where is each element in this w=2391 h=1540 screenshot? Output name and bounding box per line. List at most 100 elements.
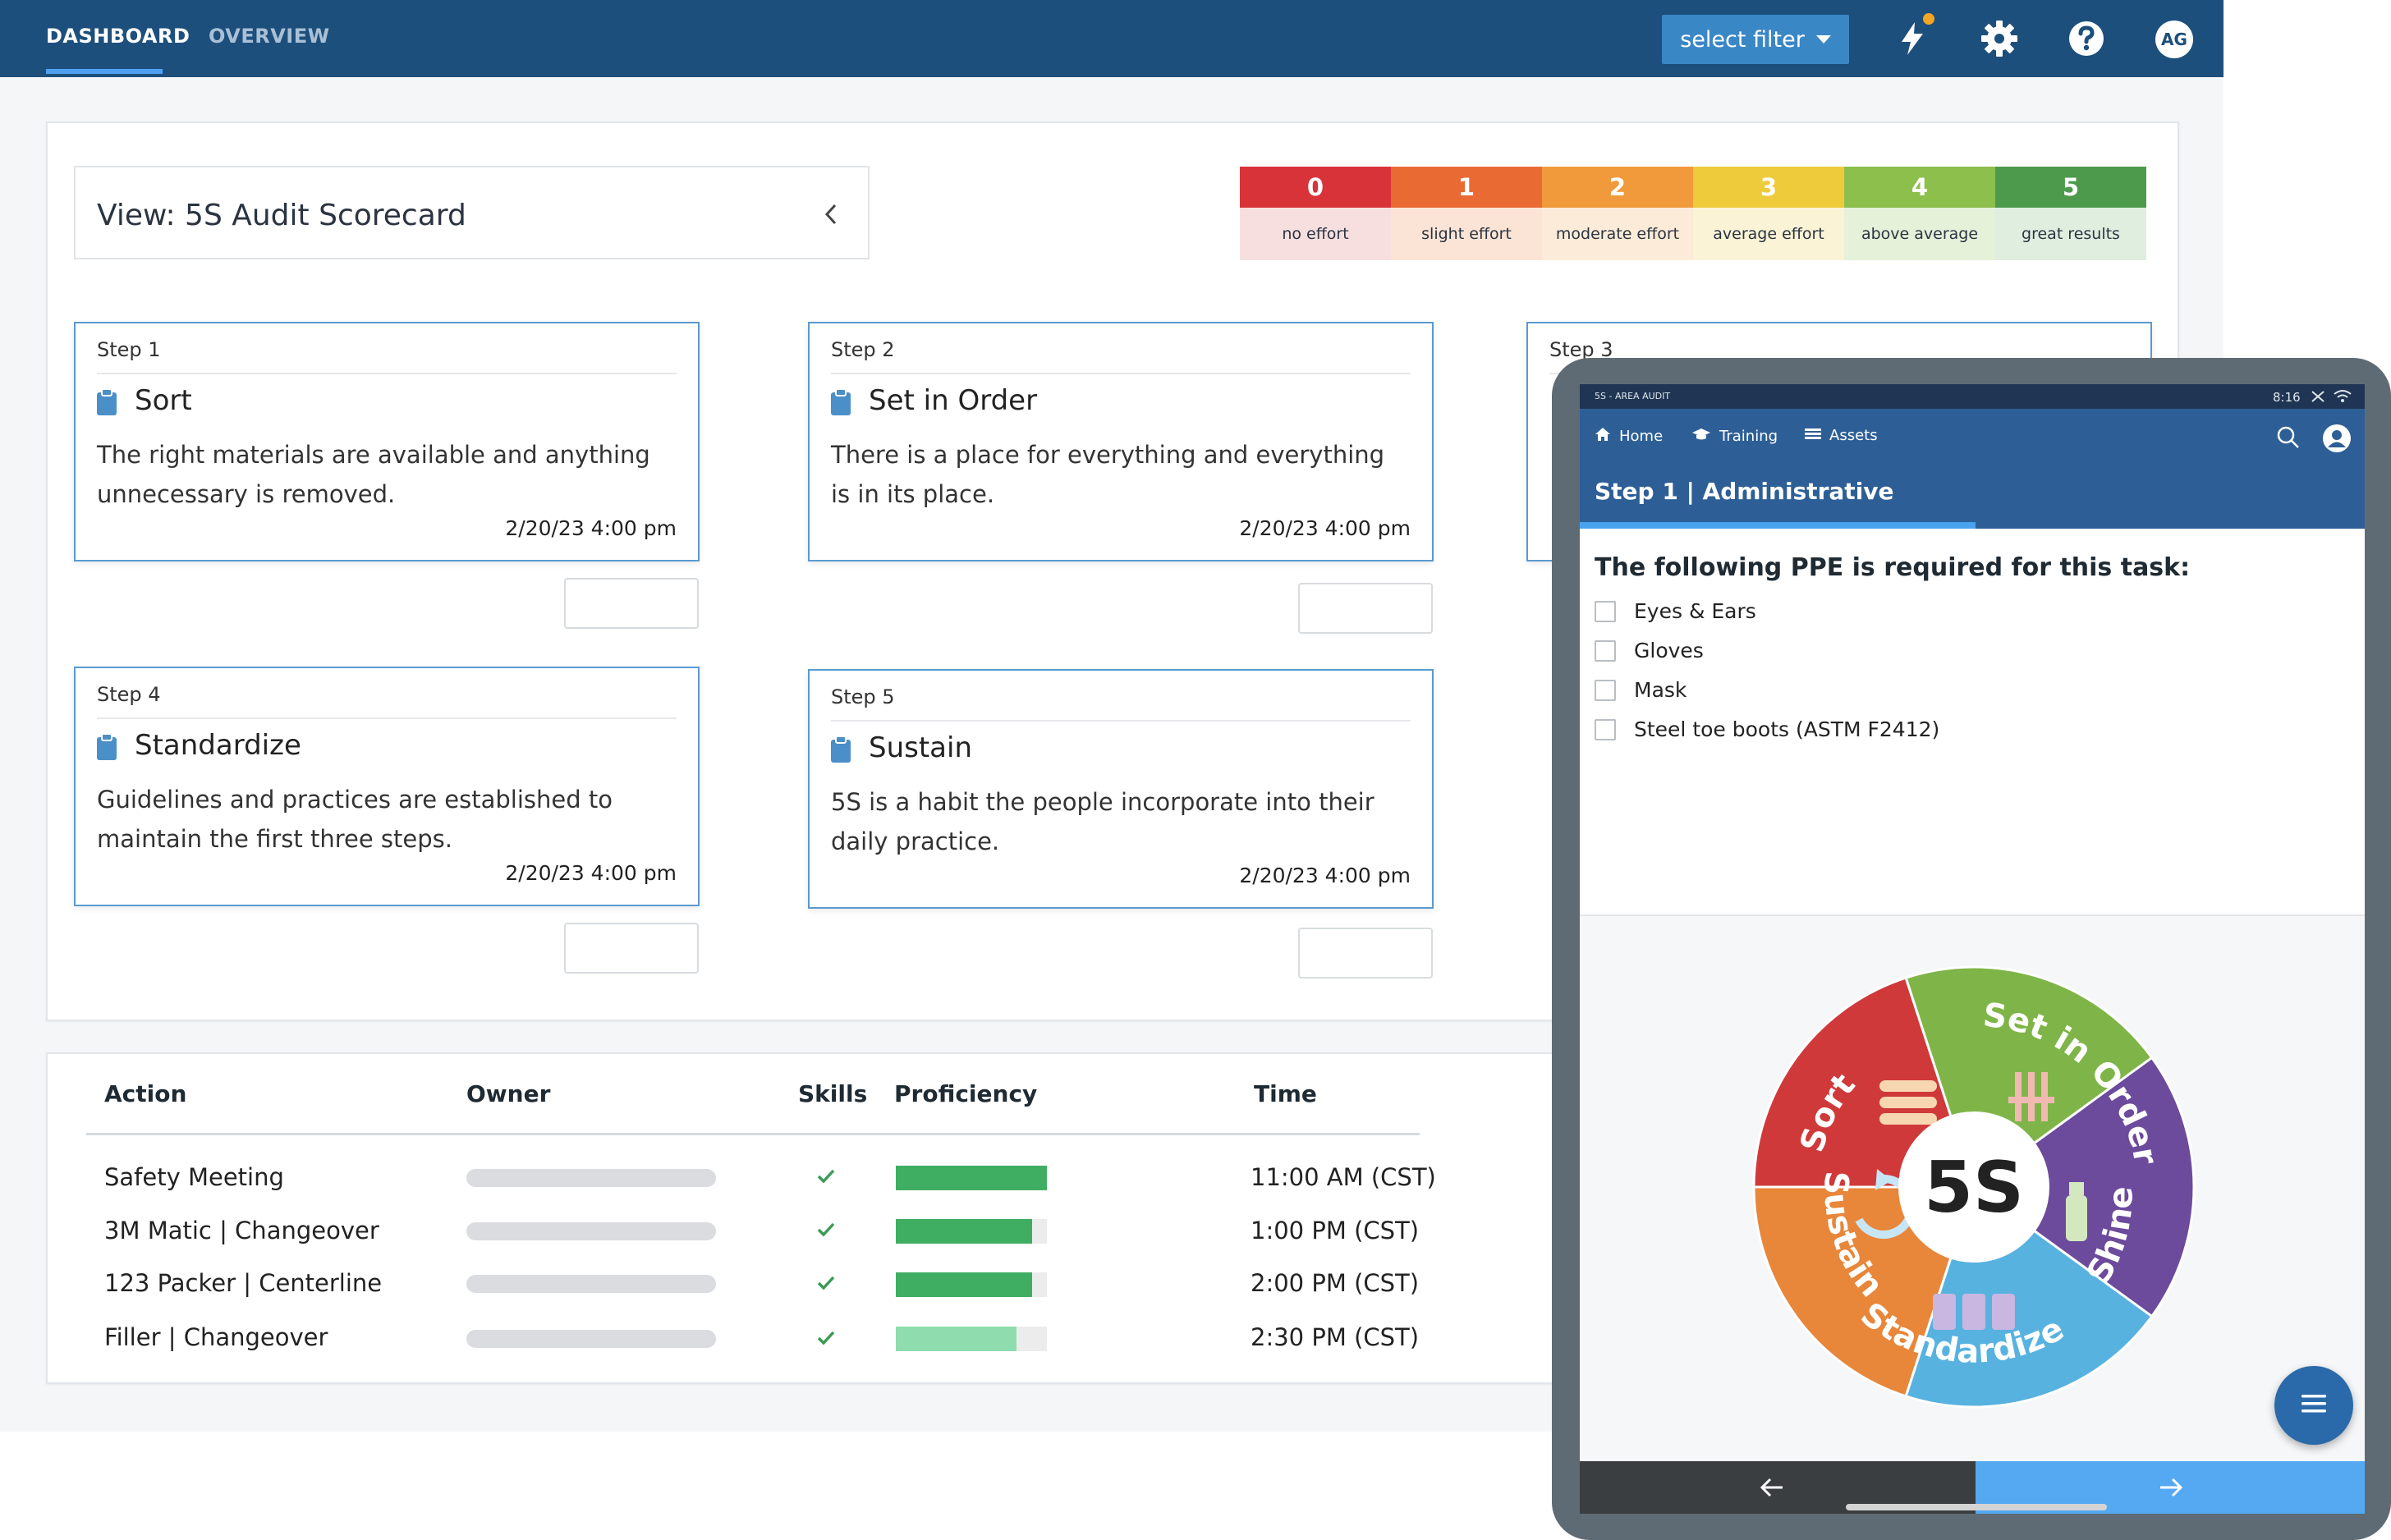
checkbox[interactable]: [1595, 600, 1616, 622]
step-number: Step 5: [831, 685, 895, 708]
search-icon[interactable]: [2276, 425, 2301, 453]
scale-label: moderate effort: [1542, 208, 1693, 260]
tablet-step-title: Step 1 | Administrative: [1595, 478, 1894, 505]
view-selector[interactable]: View: 5S Audit Scorecard: [74, 166, 870, 259]
checkbox[interactable]: [1595, 679, 1616, 701]
chevron-left-icon[interactable]: [824, 202, 838, 230]
step-title: Sustain: [869, 731, 973, 764]
scale-number: 2: [1542, 167, 1693, 208]
wifi-icon: [2334, 389, 2352, 406]
5s-wheel: Sort Set in Order Shine Standardize Sust…: [1752, 965, 2196, 1409]
scale-label: great results: [1995, 208, 2146, 260]
scale-level-0: 0 no effort: [1240, 167, 1391, 260]
step-number: Step 2: [831, 338, 895, 361]
scale-number: 4: [1844, 167, 1995, 208]
tab-overview[interactable]: OVERVIEW: [209, 25, 330, 48]
row-time: 1:00 PM (CST): [1251, 1217, 1420, 1244]
step-card-sustain[interactable]: Step 5 Sustain 5S is a habit the people …: [808, 669, 1434, 909]
step-progress-bar: [1580, 522, 1976, 529]
ppe-heading: The following PPE is required for this t…: [1595, 553, 2191, 582]
arrow-left-icon[interactable]: [1759, 1476, 1785, 1502]
tablet-nav-assets[interactable]: Assets: [1805, 427, 1878, 444]
clipboard-icon: [831, 736, 851, 766]
score-input-box[interactable]: [564, 578, 699, 629]
step-card-sort[interactable]: Step 1 Sort The right materials are avai…: [74, 322, 700, 561]
tablet-illustration-area: Sort Set in Order Shine Standardize Sust…: [1580, 914, 2365, 1463]
divider: [831, 720, 1411, 722]
step-description: Guidelines and practices are established…: [97, 786, 613, 853]
proficiency-bar: [896, 1166, 1047, 1190]
checkbox[interactable]: [1595, 639, 1616, 662]
step-date: 2/20/23 4:00 pm: [505, 516, 677, 540]
row-time: 2:00 PM (CST): [1251, 1269, 1420, 1297]
step-number: Step 4: [97, 683, 161, 706]
scale-level-3: 3 average effort: [1693, 167, 1844, 260]
step-card-set-in-order[interactable]: Step 2 Set in Order There is a place for…: [808, 322, 1434, 561]
step-date: 2/20/23 4:00 pm: [1239, 516, 1411, 540]
signal-icon: [2311, 390, 2325, 406]
tools-icon: [2008, 1072, 2054, 1121]
nav-label: Home: [1619, 428, 1664, 445]
step-card-standardize[interactable]: Step 4 Standardize Guidelines and practi…: [74, 667, 700, 906]
score-input-box[interactable]: [1298, 928, 1433, 979]
home-icon: [1595, 427, 1611, 446]
notification-dot: [1921, 11, 1936, 26]
binders-icon: [1933, 1294, 2015, 1330]
step-date: 2/20/23 4:00 pm: [505, 861, 677, 885]
caret-down-icon: [1815, 35, 1831, 44]
tablet-nav-training[interactable]: Training: [1691, 427, 1778, 446]
proficiency-fill: [896, 1272, 1032, 1297]
step-description: 5S is a habit the people incorporate int…: [831, 788, 1374, 855]
row-action: Safety Meeting: [104, 1163, 284, 1191]
checkbox[interactable]: [1595, 718, 1616, 740]
scale-level-5: 5 great results: [1995, 167, 2146, 260]
top-nav-bar: DASHBOARD OVERVIEW select filter AG: [0, 0, 2223, 77]
header-divider: [86, 1133, 1420, 1135]
ppe-label: Gloves: [1634, 639, 1704, 662]
scale-level-2: 2 moderate effort: [1542, 167, 1693, 260]
owner-placeholder: [466, 1330, 716, 1348]
row-action: 123 Packer | Centerline: [104, 1269, 383, 1297]
help-icon[interactable]: [2066, 18, 2107, 59]
wheel-center-label: 5S: [1924, 1147, 2024, 1229]
tab-dashboard[interactable]: DASHBOARD: [46, 25, 190, 48]
step-description: The right materials are available and an…: [97, 441, 650, 508]
tablet-nav: Home Training Assets Step 1 | Administra…: [1580, 409, 2365, 529]
ppe-label: Eyes & Ears: [1634, 599, 1756, 623]
score-input-box[interactable]: [564, 923, 699, 974]
user-avatar[interactable]: AG: [2155, 21, 2193, 58]
proficiency-fill: [896, 1219, 1032, 1244]
ppe-item[interactable]: Eyes & Ears: [1595, 599, 1756, 623]
score-input-box[interactable]: [1298, 583, 1433, 634]
user-profile-icon[interactable]: [2322, 424, 2352, 456]
scale-label: no effort: [1240, 208, 1391, 260]
nav-label: Training: [1719, 428, 1778, 445]
clipboard-icon: [97, 388, 117, 419]
scale-label: average effort: [1693, 208, 1844, 260]
arrow-right-icon: [2158, 1476, 2184, 1502]
step-date: 2/20/23 4:00 pm: [1239, 864, 1411, 887]
owner-placeholder: [466, 1222, 716, 1240]
divider: [97, 717, 677, 719]
tablet-screen: 5S - AREA AUDIT 8:16 Home Training Asset…: [1580, 384, 2365, 1514]
column-header-proficiency: Proficiency: [894, 1080, 1038, 1107]
owner-placeholder: [466, 1275, 716, 1293]
ppe-item[interactable]: Mask: [1595, 678, 1687, 702]
row-action: 3M Matic | Changeover: [104, 1217, 379, 1244]
ppe-item[interactable]: Steel toe boots (ASTM F2412): [1595, 717, 1939, 741]
gear-icon[interactable]: [1979, 18, 2020, 59]
stack-icon: [1879, 1080, 1937, 1125]
proficiency-fill: [896, 1327, 1017, 1351]
step-title: Sort: [135, 384, 192, 417]
scale-number: 5: [1995, 167, 2146, 208]
graduation-cap-icon: [1691, 427, 1711, 446]
ppe-item[interactable]: Gloves: [1595, 639, 1704, 662]
ppe-label: Steel toe boots (ASTM F2412): [1634, 717, 1940, 741]
scale-label: above average: [1844, 208, 1995, 260]
clipboard-icon: [97, 733, 117, 763]
active-tab-indicator: [46, 69, 163, 74]
checkmark-icon: [816, 1274, 836, 1295]
menu-fab-button[interactable]: [2274, 1366, 2353, 1445]
select-filter-button[interactable]: select filter: [1662, 15, 1849, 64]
tablet-nav-home[interactable]: Home: [1595, 427, 1663, 446]
